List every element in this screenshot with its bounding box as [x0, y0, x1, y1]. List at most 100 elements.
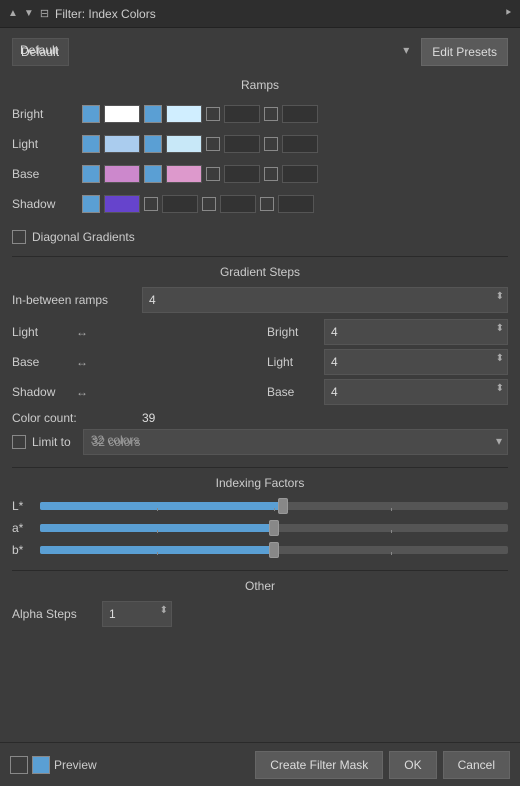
ramp-label-base: Base [12, 167, 82, 181]
slider-track-a[interactable] [40, 520, 508, 536]
color-count-row: Color count: 39 [12, 411, 508, 425]
step-shadow-left-label: Shadow [12, 385, 72, 399]
ramps-label: Ramps [12, 78, 508, 92]
color-btn-base-1[interactable] [82, 165, 100, 183]
color-btn-light-1[interactable] [82, 135, 100, 153]
slider-thumb-b[interactable] [269, 542, 279, 558]
preset-select[interactable]: Default [12, 38, 69, 66]
step-light-left-label: Light [12, 325, 72, 339]
slider-track-l[interactable] [40, 498, 508, 514]
title-bar-arrow-down[interactable]: ▼ [24, 8, 34, 19]
alpha-steps-label: Alpha Steps [12, 607, 92, 621]
color-swatch-base-3[interactable] [224, 165, 260, 183]
color-swatch-base-1[interactable] [104, 165, 140, 183]
shadow-arrow: ↔ [76, 385, 88, 399]
color-btn-light-2[interactable] [144, 135, 162, 153]
color-swatch-shadow-3[interactable] [220, 195, 256, 213]
alpha-spinbox-wrap[interactable] [102, 601, 172, 627]
gradient-steps-label: Gradient Steps [12, 265, 508, 279]
title-bar-arrow-up[interactable]: ▲ [8, 8, 18, 19]
title-bar-title: Filter: Index Colors [55, 7, 156, 21]
check-base-1[interactable] [206, 167, 220, 181]
preset-select-wrap[interactable]: Default Default [12, 38, 415, 66]
inbetween-row: In-between ramps [12, 287, 508, 313]
light-spinbox[interactable] [324, 349, 508, 375]
limit-select-wrap[interactable]: 32 colors 32 colors [83, 429, 508, 455]
diagonal-gradients-checkbox[interactable]: Diagonal Gradients [12, 230, 135, 244]
color-swatch-base-4[interactable] [282, 165, 318, 183]
step-light-right-label: Light [263, 355, 318, 369]
preview-checkbox[interactable] [10, 756, 28, 774]
color-swatch-light-4[interactable] [282, 135, 318, 153]
color-swatch-light-2[interactable] [166, 135, 202, 153]
ramp-label-light: Light [12, 137, 82, 151]
color-btn-bright-2[interactable] [144, 105, 162, 123]
gradient-section: Gradient Steps In-between ramps Light ↔ … [12, 265, 508, 455]
light-spinbox-wrap[interactable] [324, 349, 508, 375]
ramp-colors-bright [82, 105, 318, 123]
color-swatch-light-3[interactable] [224, 135, 260, 153]
color-swatch-bright-1[interactable] [104, 105, 140, 123]
edit-presets-button[interactable]: Edit Presets [421, 38, 508, 66]
diagonal-gradients-label: Diagonal Gradients [32, 230, 135, 244]
color-btn-shadow-1[interactable] [82, 195, 100, 213]
inbetween-label: In-between ramps [12, 293, 142, 307]
ramp-row-bright: Bright [12, 100, 508, 128]
slider-label-b: b* [12, 543, 40, 557]
check-shadow-3[interactable] [260, 197, 274, 211]
color-swatch-bright-3[interactable] [224, 105, 260, 123]
preview-icon[interactable] [32, 756, 50, 774]
ramp-label-bright: Bright [12, 107, 82, 121]
ramp-row-shadow: Shadow [12, 190, 508, 218]
limit-select[interactable]: 32 colors [83, 429, 508, 455]
title-bar-right-arrow[interactable]: ⯈ [504, 8, 512, 19]
ramps-section: Ramps Bright Light [12, 78, 508, 218]
check-light-2[interactable] [264, 137, 278, 151]
inbetween-spinbox-wrap[interactable] [142, 287, 508, 313]
create-filter-mask-button[interactable]: Create Filter Mask [255, 751, 383, 779]
color-btn-base-2[interactable] [144, 165, 162, 183]
check-bright-2[interactable] [264, 107, 278, 121]
cancel-button[interactable]: Cancel [443, 751, 510, 779]
other-label: Other [12, 579, 508, 593]
alpha-steps-spinbox[interactable] [102, 601, 172, 627]
slider-thumb-a[interactable] [269, 520, 279, 536]
inbetween-spinbox[interactable] [142, 287, 508, 313]
slider-thumb-l[interactable] [278, 498, 288, 514]
ok-button[interactable]: OK [389, 751, 436, 779]
color-swatch-base-2[interactable] [166, 165, 202, 183]
alpha-row: Alpha Steps [12, 601, 508, 627]
base-spinbox-wrap[interactable] [324, 379, 508, 405]
step-bright-label: Bright [263, 325, 318, 339]
color-swatch-bright-2[interactable] [166, 105, 202, 123]
ramp-colors-base [82, 165, 318, 183]
check-base-2[interactable] [264, 167, 278, 181]
color-swatch-shadow-1[interactable] [104, 195, 140, 213]
bright-spinbox-wrap[interactable] [324, 319, 508, 345]
color-swatch-shadow-2[interactable] [162, 195, 198, 213]
diagonal-gradients-box[interactable] [12, 230, 26, 244]
color-btn-bright-1[interactable] [82, 105, 100, 123]
limit-to-checkbox[interactable] [12, 435, 26, 449]
title-bar: ▲ ▼ ⊟ Filter: Index Colors ⯈ [0, 0, 520, 28]
check-shadow-2[interactable] [202, 197, 216, 211]
ramp-colors-shadow [82, 195, 314, 213]
check-shadow-1[interactable] [144, 197, 158, 211]
limit-row: Limit to 32 colors 32 colors [12, 429, 508, 455]
bright-spinbox[interactable] [324, 319, 508, 345]
limit-to-label: Limit to [32, 435, 71, 449]
slider-label-l: L* [12, 499, 40, 513]
ramp-row-base: Base [12, 160, 508, 188]
check-light-1[interactable] [206, 137, 220, 151]
base-spinbox[interactable] [324, 379, 508, 405]
color-swatch-light-1[interactable] [104, 135, 140, 153]
color-swatch-shadow-4[interactable] [278, 195, 314, 213]
ramp-colors-light [82, 135, 318, 153]
footer-left: Preview [10, 756, 97, 774]
slider-track-b[interactable] [40, 542, 508, 558]
color-swatch-bright-4[interactable] [282, 105, 318, 123]
other-section: Other Alpha Steps [12, 579, 508, 627]
indexing-section: Indexing Factors L* a* [12, 476, 508, 558]
title-bar-filter-icon: ⊟ [40, 7, 49, 20]
check-bright-1[interactable] [206, 107, 220, 121]
